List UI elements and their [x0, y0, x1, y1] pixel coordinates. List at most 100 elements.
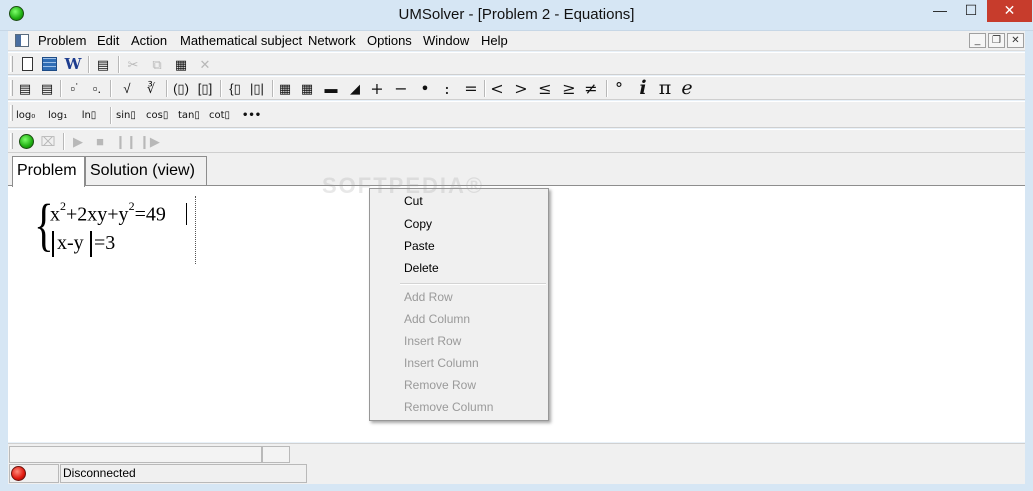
- less-than-button[interactable]: <: [488, 79, 506, 98]
- abs-bar-left: [52, 231, 54, 257]
- editor-footer-bar: [8, 443, 1025, 463]
- toolbar-separator: [110, 80, 112, 97]
- new-document-icon[interactable]: [18, 55, 36, 74]
- paste-icon[interactable]: ▦: [172, 55, 190, 74]
- euler-e-button[interactable]: e: [678, 79, 696, 98]
- greater-equal-button[interactable]: ≥: [560, 79, 578, 98]
- minimize-button[interactable]: —: [925, 0, 955, 22]
- document-system-icon[interactable]: [15, 34, 29, 47]
- plus-button[interactable]: +: [368, 79, 386, 98]
- functions-toolbar: log₀ log₁ ln▯ sin▯ cos▯ tan▯ cot▯ •••: [8, 101, 1025, 128]
- ln-button[interactable]: ln▯: [80, 105, 98, 124]
- cut-icon[interactable]: ✂: [124, 55, 142, 74]
- ctx-remove-row[interactable]: Remove Row: [371, 374, 547, 396]
- multiply-dot-button[interactable]: •: [416, 79, 434, 98]
- pause-icon[interactable]: ❙❙: [115, 132, 137, 151]
- cot-button[interactable]: cot▯: [209, 105, 230, 124]
- clear-icon[interactable]: ⌧: [39, 132, 57, 151]
- equation-row-2-abs[interactable]: x-y: [57, 232, 84, 255]
- subscript-icon[interactable]: ▫.: [88, 79, 106, 98]
- toolbar-separator: [606, 80, 608, 97]
- menu-mathematical-subject[interactable]: Mathematical subject: [180, 33, 302, 48]
- word-icon[interactable]: W: [64, 55, 82, 74]
- ctx-insert-column[interactable]: Insert Column: [371, 352, 547, 374]
- ctx-remove-column[interactable]: Remove Column: [371, 396, 547, 418]
- greater-than-button[interactable]: >: [512, 79, 530, 98]
- superscript-icon[interactable]: ▫˙: [66, 79, 84, 98]
- copy-icon[interactable]: ⧉: [148, 55, 166, 74]
- cos-button[interactable]: cos▯: [146, 105, 168, 124]
- toolbar-separator: [63, 133, 65, 150]
- parentheses-icon[interactable]: (▯): [172, 79, 190, 98]
- toolbar-separator: [484, 80, 486, 97]
- triangle-icon[interactable]: ◢: [346, 79, 364, 98]
- log-base-button[interactable]: log₀: [16, 105, 35, 124]
- math-structure-toolbar: ▤ ▤ ▫˙ ▫. √ ∛ (▯) [▯] {▯ |▯| ▦ ▦ ▬ ◢ + −…: [8, 76, 1025, 100]
- ctx-add-column[interactable]: Add Column: [371, 308, 547, 330]
- equation-row-2-rest[interactable]: =3: [94, 232, 115, 255]
- table-icon[interactable]: [40, 55, 58, 74]
- stop-icon[interactable]: ■: [91, 132, 109, 151]
- pi-button[interactable]: π: [656, 79, 674, 98]
- toolbar-grip[interactable]: [10, 80, 13, 96]
- mdi-close-button[interactable]: ✕: [1007, 33, 1024, 48]
- tan-button[interactable]: tan▯: [178, 105, 200, 124]
- preview-icon[interactable]: ▤: [94, 55, 112, 74]
- mdi-restore-button[interactable]: ❐: [988, 33, 1005, 48]
- menu-options[interactable]: Options: [367, 33, 412, 48]
- log-button[interactable]: log₁: [48, 105, 67, 124]
- insert-row-above-icon[interactable]: ▤: [16, 79, 34, 98]
- divide-colon-button[interactable]: :: [438, 79, 456, 98]
- close-button[interactable]: ✕: [987, 0, 1032, 22]
- mdi-minimize-button[interactable]: _: [969, 33, 986, 48]
- menu-help[interactable]: Help: [481, 33, 508, 48]
- abs-value-icon[interactable]: |▯|: [248, 79, 266, 98]
- equation-row-1[interactable]: x2+2xy+y2=49: [50, 199, 166, 227]
- toolbar-grip[interactable]: [10, 133, 13, 149]
- menu-edit[interactable]: Edit: [97, 33, 119, 48]
- not-equal-button[interactable]: ≠: [582, 79, 600, 98]
- ctx-delete[interactable]: Delete: [371, 257, 547, 279]
- minus-button[interactable]: −: [392, 79, 410, 98]
- step-icon[interactable]: ❙▶: [139, 132, 160, 151]
- matrix-icon[interactable]: ▦: [276, 79, 294, 98]
- menu-network[interactable]: Network: [308, 33, 356, 48]
- equals-button[interactable]: =: [462, 79, 480, 98]
- less-equal-button[interactable]: ≤: [536, 79, 554, 98]
- toolbar-separator: [110, 107, 112, 124]
- ctx-insert-row[interactable]: Insert Row: [371, 330, 547, 352]
- ctx-add-row[interactable]: Add Row: [371, 286, 547, 308]
- toolbar-separator: [118, 56, 120, 73]
- system-brace-icon[interactable]: {▯: [226, 79, 244, 98]
- footer-panel-left: [9, 446, 262, 463]
- window-frame-bottom: [0, 484, 1033, 491]
- more-functions-button[interactable]: •••: [242, 105, 261, 124]
- menu-action[interactable]: Action: [131, 33, 167, 48]
- run-icon[interactable]: [17, 132, 35, 151]
- ctx-copy[interactable]: Copy: [371, 213, 547, 235]
- sqrt-icon[interactable]: √: [118, 79, 136, 98]
- tab-strip: Problem Solution (view): [8, 153, 1025, 187]
- tab-solution-view[interactable]: Solution (view): [85, 156, 207, 186]
- brackets-icon[interactable]: [▯]: [196, 79, 214, 98]
- menu-problem[interactable]: Problem: [38, 33, 86, 48]
- tab-problem[interactable]: Problem: [12, 156, 85, 187]
- degree-button[interactable]: °: [610, 79, 628, 98]
- grid-icon[interactable]: ▦: [298, 79, 316, 98]
- title-bar[interactable]: UMSolver - [Problem 2 - Equations] — ☐ ✕: [0, 0, 1033, 31]
- delete-icon[interactable]: ✕: [196, 55, 214, 74]
- toolbar-grip[interactable]: [10, 105, 13, 121]
- nth-root-icon[interactable]: ∛: [142, 79, 160, 98]
- connection-status-text: Disconnected: [60, 464, 307, 483]
- abs-bar-right: [90, 231, 92, 257]
- menu-window[interactable]: Window: [423, 33, 469, 48]
- toolbar-separator: [166, 80, 168, 97]
- toolbar-grip[interactable]: [10, 56, 13, 72]
- imaginary-unit-button[interactable]: i: [634, 79, 652, 98]
- insert-row-below-icon[interactable]: ▤: [38, 79, 56, 98]
- sin-button[interactable]: sin▯: [116, 105, 136, 124]
- maximize-button[interactable]: ☐: [956, 0, 986, 22]
- play-icon[interactable]: ▶: [69, 132, 87, 151]
- row-vector-icon[interactable]: ▬: [322, 79, 340, 98]
- ctx-paste[interactable]: Paste: [371, 235, 547, 257]
